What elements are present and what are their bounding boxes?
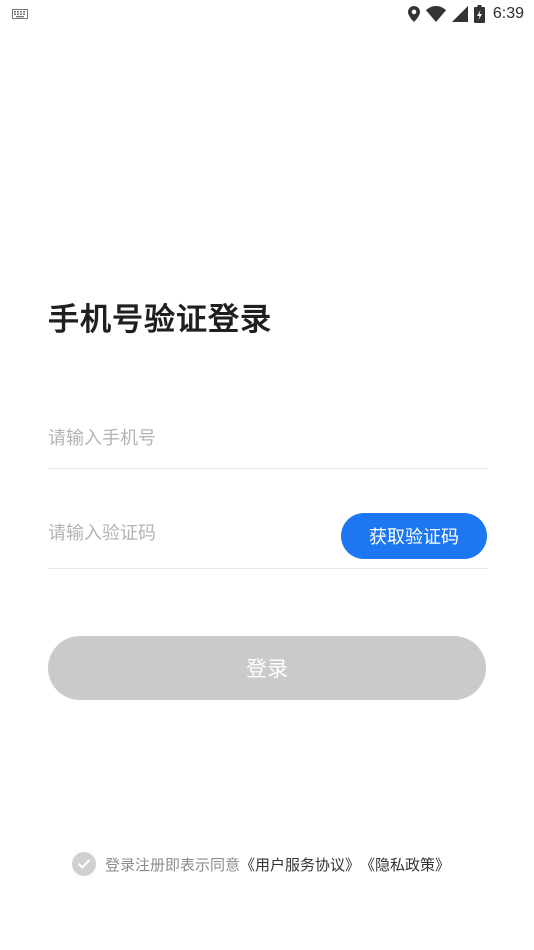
signal-icon bbox=[451, 6, 468, 22]
agreement-row: 登录注册即表示同意 《用户服务协议》 《隐私政策》 bbox=[72, 851, 450, 877]
status-bar: 6:39 bbox=[0, 0, 534, 28]
phone-field bbox=[48, 410, 487, 469]
wifi-icon bbox=[425, 6, 446, 22]
user-agreement-link[interactable]: 《用户服务协议》 bbox=[240, 854, 360, 875]
code-field: 获取验证码 bbox=[48, 505, 487, 569]
verification-code-input[interactable] bbox=[48, 505, 328, 561]
agreement-text: 登录注册即表示同意 bbox=[105, 855, 241, 874]
location-icon bbox=[407, 6, 420, 22]
privacy-policy-link[interactable]: 《隐私政策》 bbox=[360, 854, 450, 875]
get-code-button[interactable]: 获取验证码 bbox=[341, 513, 487, 559]
login-button[interactable]: 登录 bbox=[48, 636, 486, 700]
status-time: 6:39 bbox=[492, 5, 524, 22]
status-icons: 6:39 bbox=[407, 3, 524, 25]
keyboard-icon bbox=[12, 9, 28, 19]
check-icon bbox=[78, 859, 90, 869]
phone-input[interactable] bbox=[48, 410, 328, 466]
page-title: 手机号验证登录 bbox=[48, 302, 272, 338]
agree-checkbox[interactable] bbox=[72, 852, 96, 876]
battery-icon bbox=[473, 5, 485, 23]
